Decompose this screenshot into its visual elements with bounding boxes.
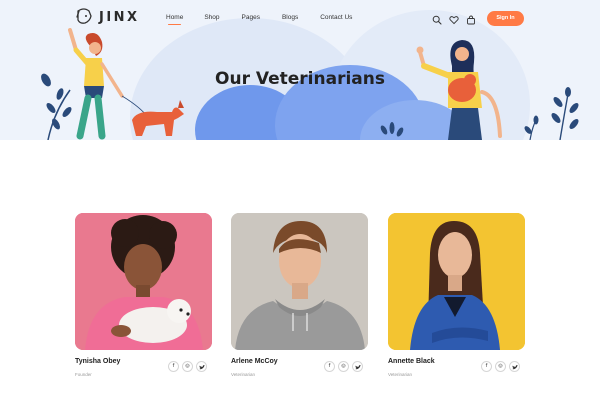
- nav-link-shop[interactable]: Shop: [204, 14, 219, 21]
- brand-logo[interactable]: JINX: [74, 7, 140, 27]
- twitter-icon[interactable]: [352, 361, 363, 372]
- facebook-icon[interactable]: f: [324, 361, 335, 372]
- social-links: f ◎: [481, 361, 520, 372]
- instagram-icon[interactable]: ◎: [495, 361, 506, 372]
- plant-illustration: [380, 122, 404, 137]
- twitter-icon[interactable]: [509, 361, 520, 372]
- instagram-icon[interactable]: ◎: [182, 361, 193, 372]
- nav-link-contact[interactable]: Contact Us: [320, 14, 352, 21]
- heart-icon[interactable]: [449, 12, 459, 25]
- nav-link-home[interactable]: Home: [166, 14, 183, 25]
- vet-role: Veterinarian: [231, 372, 256, 377]
- plant-illustration: [524, 87, 579, 140]
- vet-portrait: [75, 213, 212, 350]
- facebook-icon[interactable]: f: [168, 361, 179, 372]
- vet-photo[interactable]: [231, 213, 368, 350]
- vet-name: Annette Black: [388, 358, 435, 365]
- navbar: JINX Home Shop Pages Blogs Contact Us Si…: [0, 0, 600, 36]
- search-icon[interactable]: [432, 12, 442, 25]
- page-title: Our Veterinarians: [215, 69, 385, 89]
- social-links: f ◎: [168, 361, 207, 372]
- vet-name: Arlene McCoy: [231, 358, 278, 365]
- vet-portrait: [231, 213, 368, 350]
- nav-link-pages[interactable]: Pages: [242, 14, 260, 21]
- brand-name: JINX: [99, 9, 140, 25]
- vet-role: Veterinarian: [388, 372, 413, 377]
- facebook-icon[interactable]: f: [481, 361, 492, 372]
- vet-photo[interactable]: [388, 213, 525, 350]
- dog-logo-icon: [76, 8, 92, 24]
- vet-photo[interactable]: [75, 213, 212, 350]
- sign-in-button[interactable]: Sign In: [487, 11, 524, 26]
- vet-portrait: [388, 213, 525, 350]
- bag-icon[interactable]: [466, 12, 476, 25]
- vet-role: Founder: [75, 372, 92, 377]
- main-nav: Home Shop Pages Blogs Contact Us: [166, 14, 352, 25]
- vet-name: Tynisha Obey: [75, 358, 121, 365]
- twitter-icon[interactable]: [196, 361, 207, 372]
- nav-link-blogs[interactable]: Blogs: [282, 14, 298, 21]
- instagram-icon[interactable]: ◎: [338, 361, 349, 372]
- social-links: f ◎: [324, 361, 363, 372]
- nav-icon-group: [432, 12, 476, 25]
